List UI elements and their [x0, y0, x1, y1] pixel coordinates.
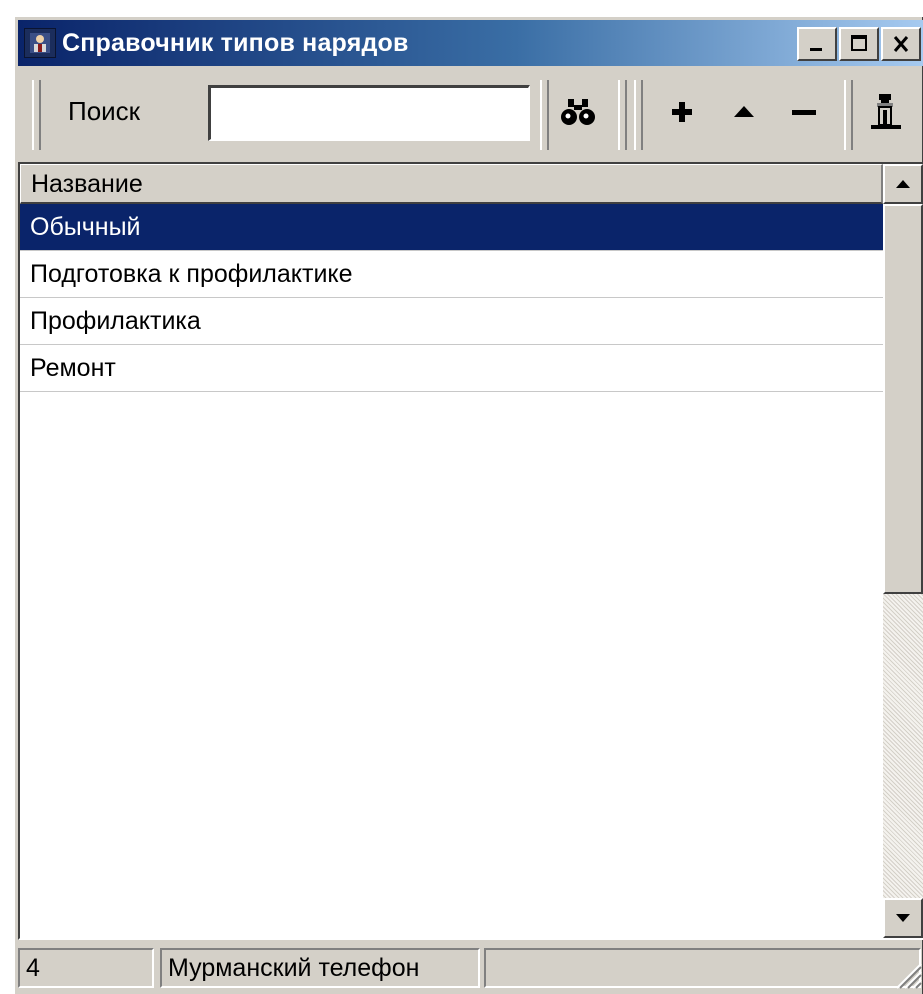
types-list: Название Обычный Подготовка к профилакти… [18, 162, 923, 940]
toolbar-grip[interactable] [32, 80, 41, 150]
edit-button[interactable] [722, 90, 766, 134]
find-button[interactable] [556, 90, 600, 134]
list-item[interactable]: Ремонт [20, 345, 883, 392]
list-item[interactable]: Обычный [20, 204, 883, 251]
toolbar: Поиск [18, 72, 923, 158]
scroll-thumb[interactable] [883, 204, 923, 594]
plus-icon [672, 102, 692, 122]
door-exit-icon [871, 94, 901, 129]
close-icon [893, 36, 909, 52]
vertical-scrollbar[interactable] [883, 164, 923, 938]
search-input[interactable] [208, 85, 530, 141]
directory-window: Справочник типов нарядов Поиск Название … [14, 16, 923, 994]
list-item[interactable]: Подготовка к профилактике [20, 251, 883, 298]
triangle-up-icon [734, 106, 754, 117]
scroll-down-button[interactable] [883, 898, 923, 938]
window-title: Справочник типов нарядов [62, 28, 409, 57]
toolbar-separator-3 [844, 80, 853, 150]
minimize-button[interactable] [797, 27, 837, 61]
list-rows: Обычный Подготовка к профилактике Профил… [20, 204, 883, 392]
close-button[interactable] [881, 27, 921, 61]
binoculars-icon [561, 99, 595, 125]
status-bar: 4 Мурманский телефон [18, 944, 923, 990]
scroll-up-button[interactable] [883, 164, 923, 204]
add-button[interactable] [660, 90, 704, 134]
arrow-up-icon [896, 180, 910, 188]
minus-icon [792, 110, 816, 115]
exit-button[interactable] [864, 90, 908, 134]
app-icon [24, 28, 56, 58]
record-count: 4 [18, 948, 154, 988]
arrow-down-icon [896, 914, 910, 922]
company-name: Мурманский телефон [160, 948, 480, 988]
maximize-icon [851, 35, 867, 51]
toolbar-separator [540, 80, 549, 150]
list-item[interactable]: Профилактика [20, 298, 883, 345]
minimize-icon [810, 48, 822, 51]
status-extra-panel [484, 948, 921, 988]
title-bar[interactable]: Справочник типов нарядов [18, 20, 923, 66]
window-controls [797, 27, 921, 61]
column-header-name[interactable]: Название [20, 164, 883, 204]
toolbar-separator-2 [634, 80, 643, 150]
maximize-button[interactable] [839, 27, 879, 61]
delete-button[interactable] [782, 90, 826, 134]
toolbar-grip-2[interactable] [618, 80, 627, 150]
search-label: Поиск [68, 96, 141, 126]
size-grip-icon[interactable] [883, 950, 923, 990]
